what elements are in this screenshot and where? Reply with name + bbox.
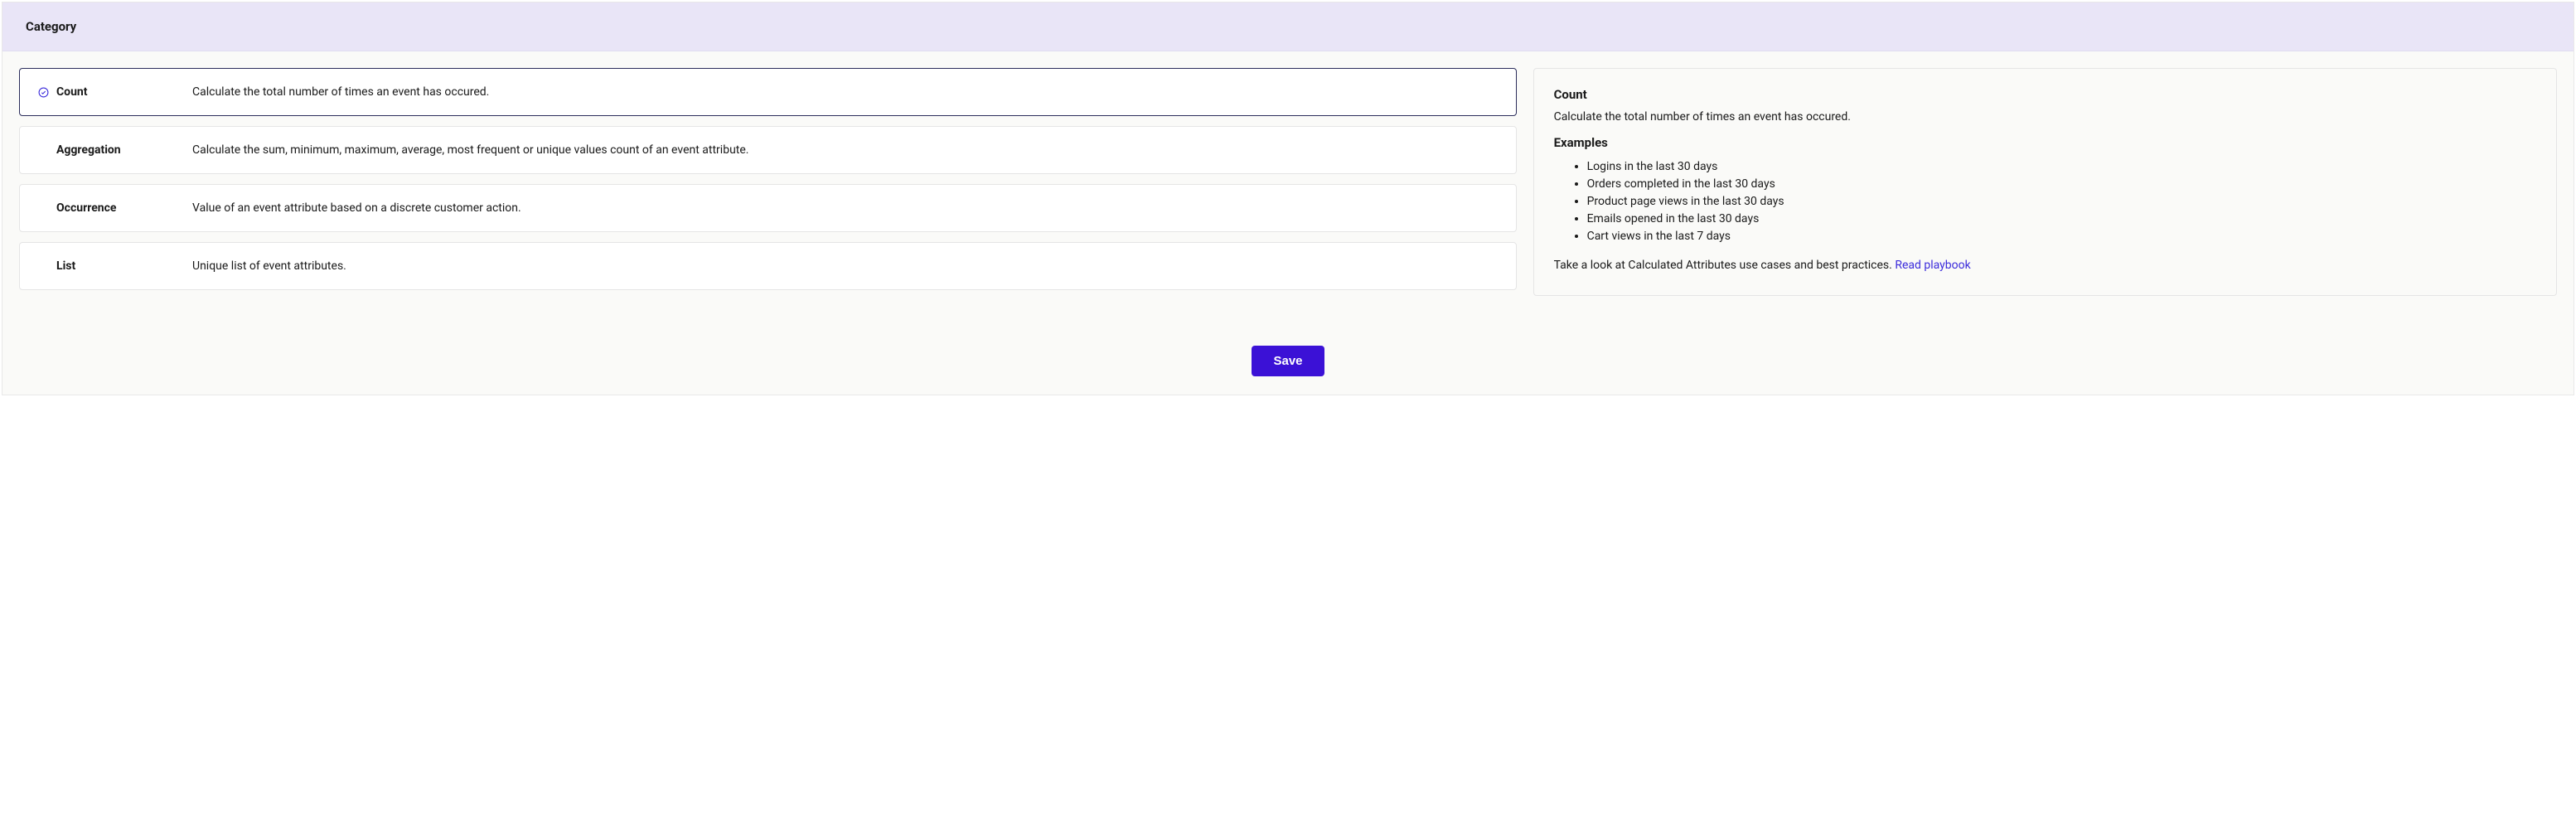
option-description: Unique list of event attributes. <box>192 259 346 273</box>
detail-description: Calculate the total number of times an e… <box>1554 110 2536 124</box>
examples-heading: Examples <box>1554 135 2536 150</box>
category-option-aggregation[interactable]: Aggregation Calculate the sum, minimum, … <box>19 126 1517 174</box>
playbook-row: Take a look at Calculated Attributes use… <box>1554 259 2536 272</box>
selected-check-icon <box>35 87 51 98</box>
option-description: Calculate the sum, minimum, maximum, ave… <box>192 143 748 157</box>
detail-panel: Count Calculate the total number of time… <box>1533 68 2557 296</box>
detail-title: Count <box>1554 87 2536 102</box>
example-item: Product page views in the last 30 days <box>1587 193 2536 211</box>
playbook-text: Take a look at Calculated Attributes use… <box>1554 259 1896 272</box>
content-area: Count Calculate the total number of time… <box>2 51 2574 313</box>
panel-title: Category <box>26 19 2550 34</box>
examples-list: Logins in the last 30 days Orders comple… <box>1554 158 2536 245</box>
option-name: List <box>51 259 192 273</box>
category-option-count[interactable]: Count Calculate the total number of time… <box>19 68 1517 116</box>
example-item: Orders completed in the last 30 days <box>1587 176 2536 193</box>
panel-header: Category <box>2 2 2574 51</box>
save-button[interactable]: Save <box>1252 346 1324 376</box>
footer-row: Save <box>2 313 2574 395</box>
read-playbook-link[interactable]: Read playbook <box>1895 259 1970 272</box>
category-options-list: Count Calculate the total number of time… <box>19 68 1517 290</box>
category-option-list[interactable]: List Unique list of event attributes. <box>19 242 1517 290</box>
example-item: Logins in the last 30 days <box>1587 158 2536 176</box>
option-name: Occurrence <box>51 201 192 215</box>
example-item: Emails opened in the last 30 days <box>1587 211 2536 228</box>
option-description: Value of an event attribute based on a d… <box>192 201 521 215</box>
option-name: Count <box>51 85 192 99</box>
option-name: Aggregation <box>51 143 192 157</box>
option-description: Calculate the total number of times an e… <box>192 85 489 99</box>
category-option-occurrence[interactable]: Occurrence Value of an event attribute b… <box>19 184 1517 232</box>
example-item: Cart views in the last 7 days <box>1587 228 2536 245</box>
category-panel: Category Count Calculate the total numbe… <box>2 2 2574 395</box>
